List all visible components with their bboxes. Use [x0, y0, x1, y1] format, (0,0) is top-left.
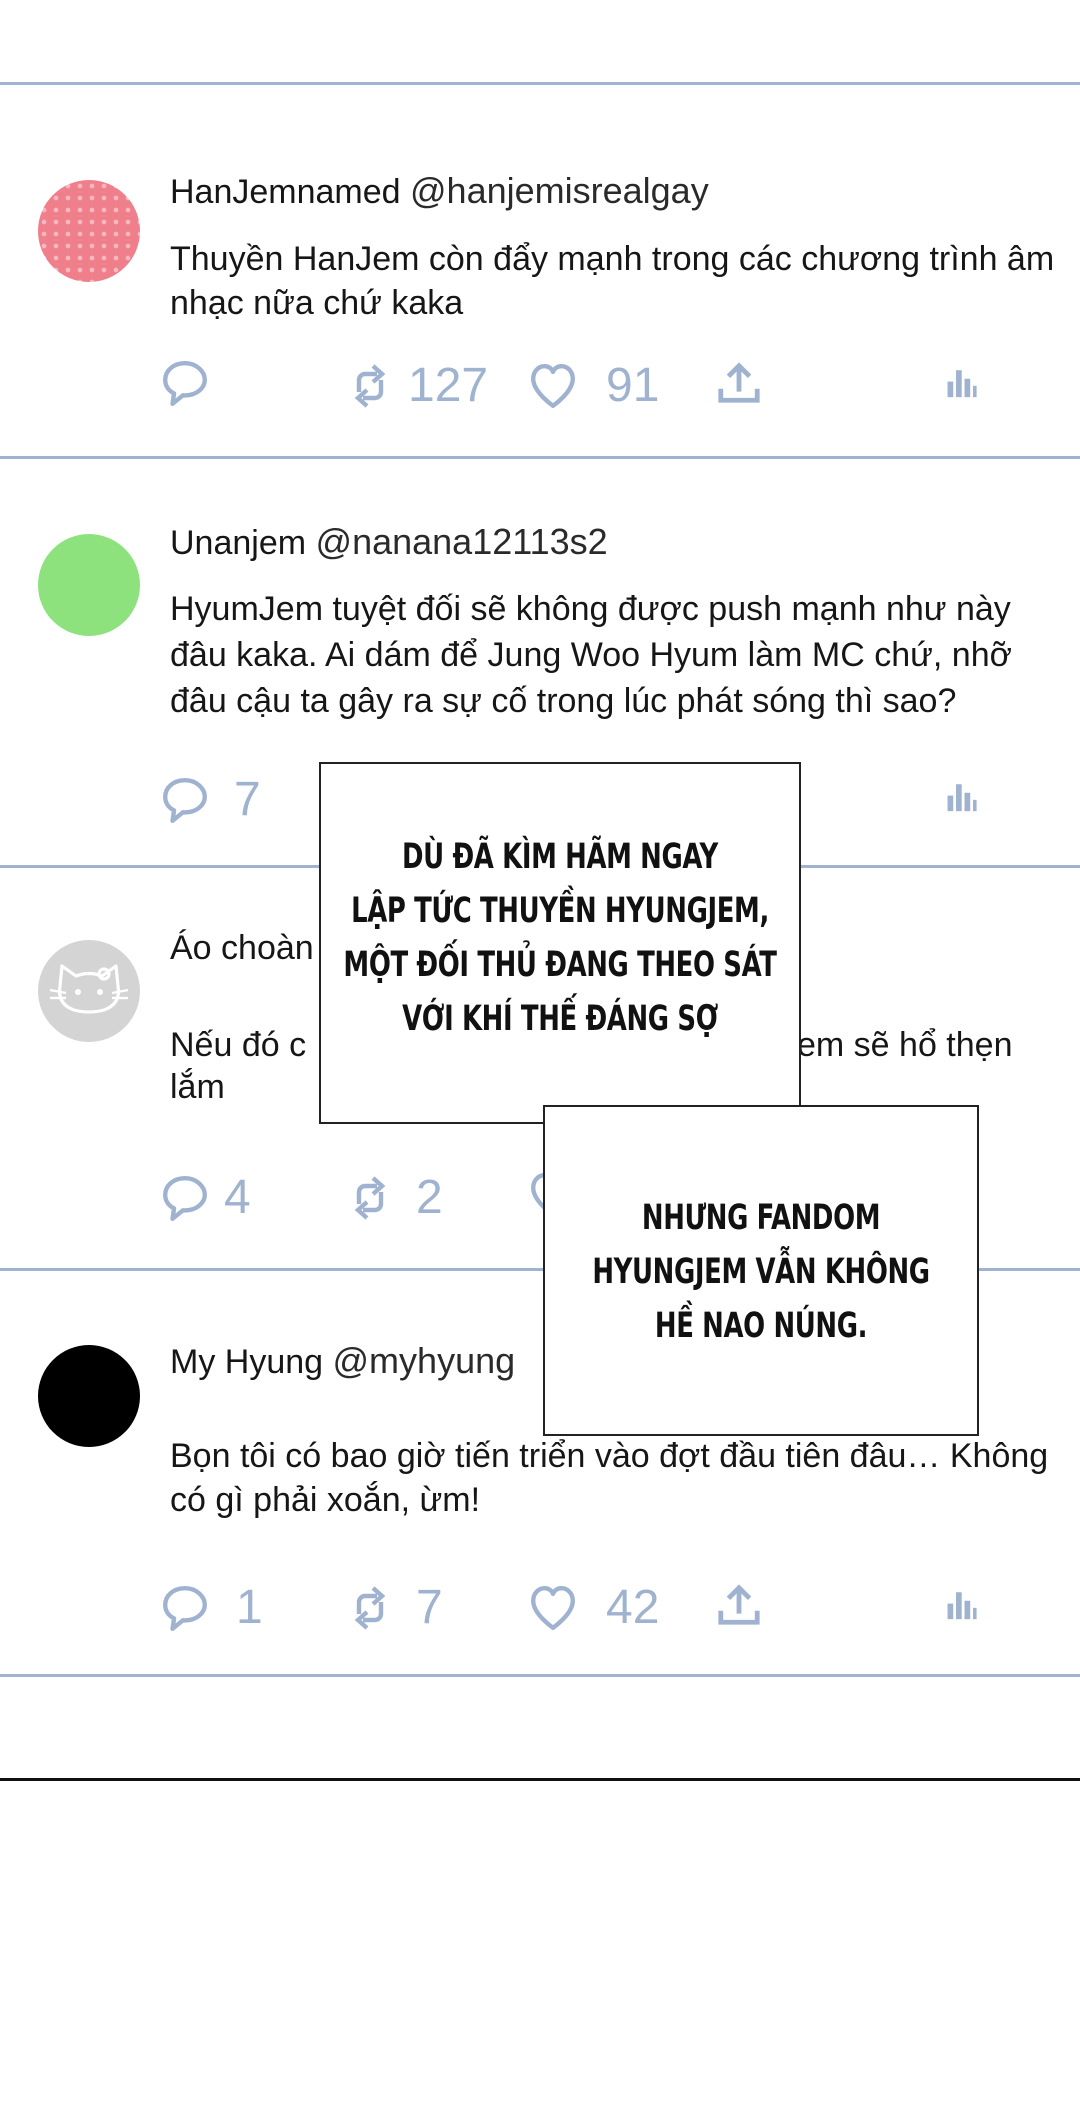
- reply-icon: [160, 358, 210, 408]
- comic-page: { "posts": [ { "name": "HanJemnamed", "h…: [0, 0, 1080, 2108]
- reply-count: 1: [236, 1581, 263, 1634]
- tweet-text: Thuyền HanJem còn đẩy mạnh trong các chư…: [170, 240, 1055, 322]
- reply-count: 7: [234, 773, 261, 826]
- reply-button[interactable]: [160, 358, 210, 408]
- share-icon: [712, 1582, 766, 1628]
- divider: [0, 1674, 1080, 1677]
- display-name[interactable]: Unanjem: [170, 524, 306, 562]
- tweet-text: Nếu đó c: [170, 1023, 306, 1067]
- narration-text-2: NHƯNG FANDOM HYUNGJEM VẪN KHÔNG HỀ NAO N…: [542, 1191, 980, 1353]
- reply-icon: [160, 1583, 210, 1633]
- like-button[interactable]: 91: [528, 358, 659, 413]
- display-name[interactable]: HanJemnamed: [170, 173, 401, 211]
- tweet-text-end: em sẽ hổ thẹn: [797, 1026, 1013, 1064]
- analytics-button[interactable]: [944, 774, 978, 820]
- tweet-text: Bọn tôi có bao giờ tiến triển vào đợt đầ…: [170, 1437, 1049, 1519]
- narration-box-2: NHƯNG FANDOM HYUNGJEM VẪN KHÔNG HỀ NAO N…: [543, 1105, 979, 1436]
- avatar[interactable]: [38, 940, 140, 1042]
- retweet-count: 127: [408, 359, 489, 412]
- divider: [0, 456, 1080, 459]
- handle[interactable]: @myhyung: [333, 1340, 516, 1381]
- retweet-button[interactable]: 7: [346, 1580, 443, 1635]
- analytics-button[interactable]: [944, 360, 978, 406]
- reply-count: 4: [224, 1171, 251, 1224]
- narration-line: NHƯNG FANDOM: [641, 1198, 881, 1238]
- narration-text-1: DÙ ĐÃ KÌM HÃM NGAY LẬP TỨC THUYỀN HYUNGJ…: [324, 830, 796, 1046]
- like-button[interactable]: 42: [528, 1580, 659, 1635]
- share-button[interactable]: [712, 360, 766, 406]
- avatar[interactable]: [38, 1345, 140, 1447]
- divider: [0, 82, 1080, 85]
- narration-line: MỘT ĐỐI THỦ ĐANG THEO SÁT: [343, 945, 777, 985]
- avatar[interactable]: [38, 180, 140, 282]
- handle[interactable]: @nanana12113s2: [316, 521, 608, 562]
- reply-button[interactable]: 1: [160, 1580, 263, 1635]
- reply-icon: [160, 1173, 210, 1223]
- retweet-count: 7: [416, 1581, 443, 1634]
- user-line: My Hyung @myhyung: [170, 1340, 515, 1382]
- display-name[interactable]: My Hyung: [170, 1343, 323, 1381]
- retweet-icon: [346, 1174, 394, 1222]
- analytics-icon: [944, 774, 978, 820]
- panel-border: [0, 1778, 1080, 1781]
- hello-kitty-icon: [49, 964, 129, 1014]
- retweet-button[interactable]: 2: [346, 1170, 443, 1225]
- narration-line: DÙ ĐÃ KÌM HÃM NGAY: [402, 837, 718, 877]
- tweet-text: HyumJem tuyệt đối sẽ không được push mạn…: [170, 590, 1012, 720]
- share-icon: [712, 360, 766, 406]
- user-line: Unanjem @nanana12113s2: [170, 521, 608, 563]
- analytics-button[interactable]: [944, 1582, 978, 1628]
- tweet-text-start: Nếu đó c: [170, 1026, 307, 1064]
- user-line: Áo choàn: [170, 929, 314, 968]
- user-line: HanJemnamed @hanjemisrealgay: [170, 170, 709, 212]
- narration-line: HYUNGJEM VẪN KHÔNG: [592, 1252, 930, 1292]
- retweet-icon: [346, 1584, 394, 1632]
- like-icon: [528, 1583, 578, 1633]
- avatar[interactable]: [38, 534, 140, 636]
- share-button[interactable]: [712, 1582, 766, 1628]
- like-count: 91: [606, 359, 660, 412]
- analytics-icon: [944, 360, 978, 406]
- display-name[interactable]: Áo choàn: [170, 929, 314, 967]
- tweet-text-line2: lắm: [170, 1068, 225, 1106]
- retweet-button[interactable]: 127: [346, 358, 488, 413]
- like-icon: [528, 361, 578, 411]
- analytics-icon: [944, 1582, 978, 1628]
- handle[interactable]: @hanjemisrealgay: [410, 170, 709, 211]
- narration-line: VỚI KHÍ THẾ ĐÁNG SỢ: [402, 999, 718, 1039]
- retweet-count: 2: [416, 1171, 443, 1224]
- narration-line: LẬP TỨC THUYỀN HYUNGJEM,: [351, 891, 769, 931]
- narration-box-1: DÙ ĐÃ KÌM HÃM NGAY LẬP TỨC THUYỀN HYUNGJ…: [319, 762, 801, 1124]
- reply-button[interactable]: 7: [160, 772, 261, 827]
- narration-line: HỀ NAO NÚNG.: [654, 1306, 868, 1346]
- reply-icon: [160, 775, 210, 825]
- like-count: 42: [606, 1581, 660, 1634]
- reply-button[interactable]: 4: [160, 1170, 251, 1225]
- retweet-icon: [346, 362, 394, 410]
